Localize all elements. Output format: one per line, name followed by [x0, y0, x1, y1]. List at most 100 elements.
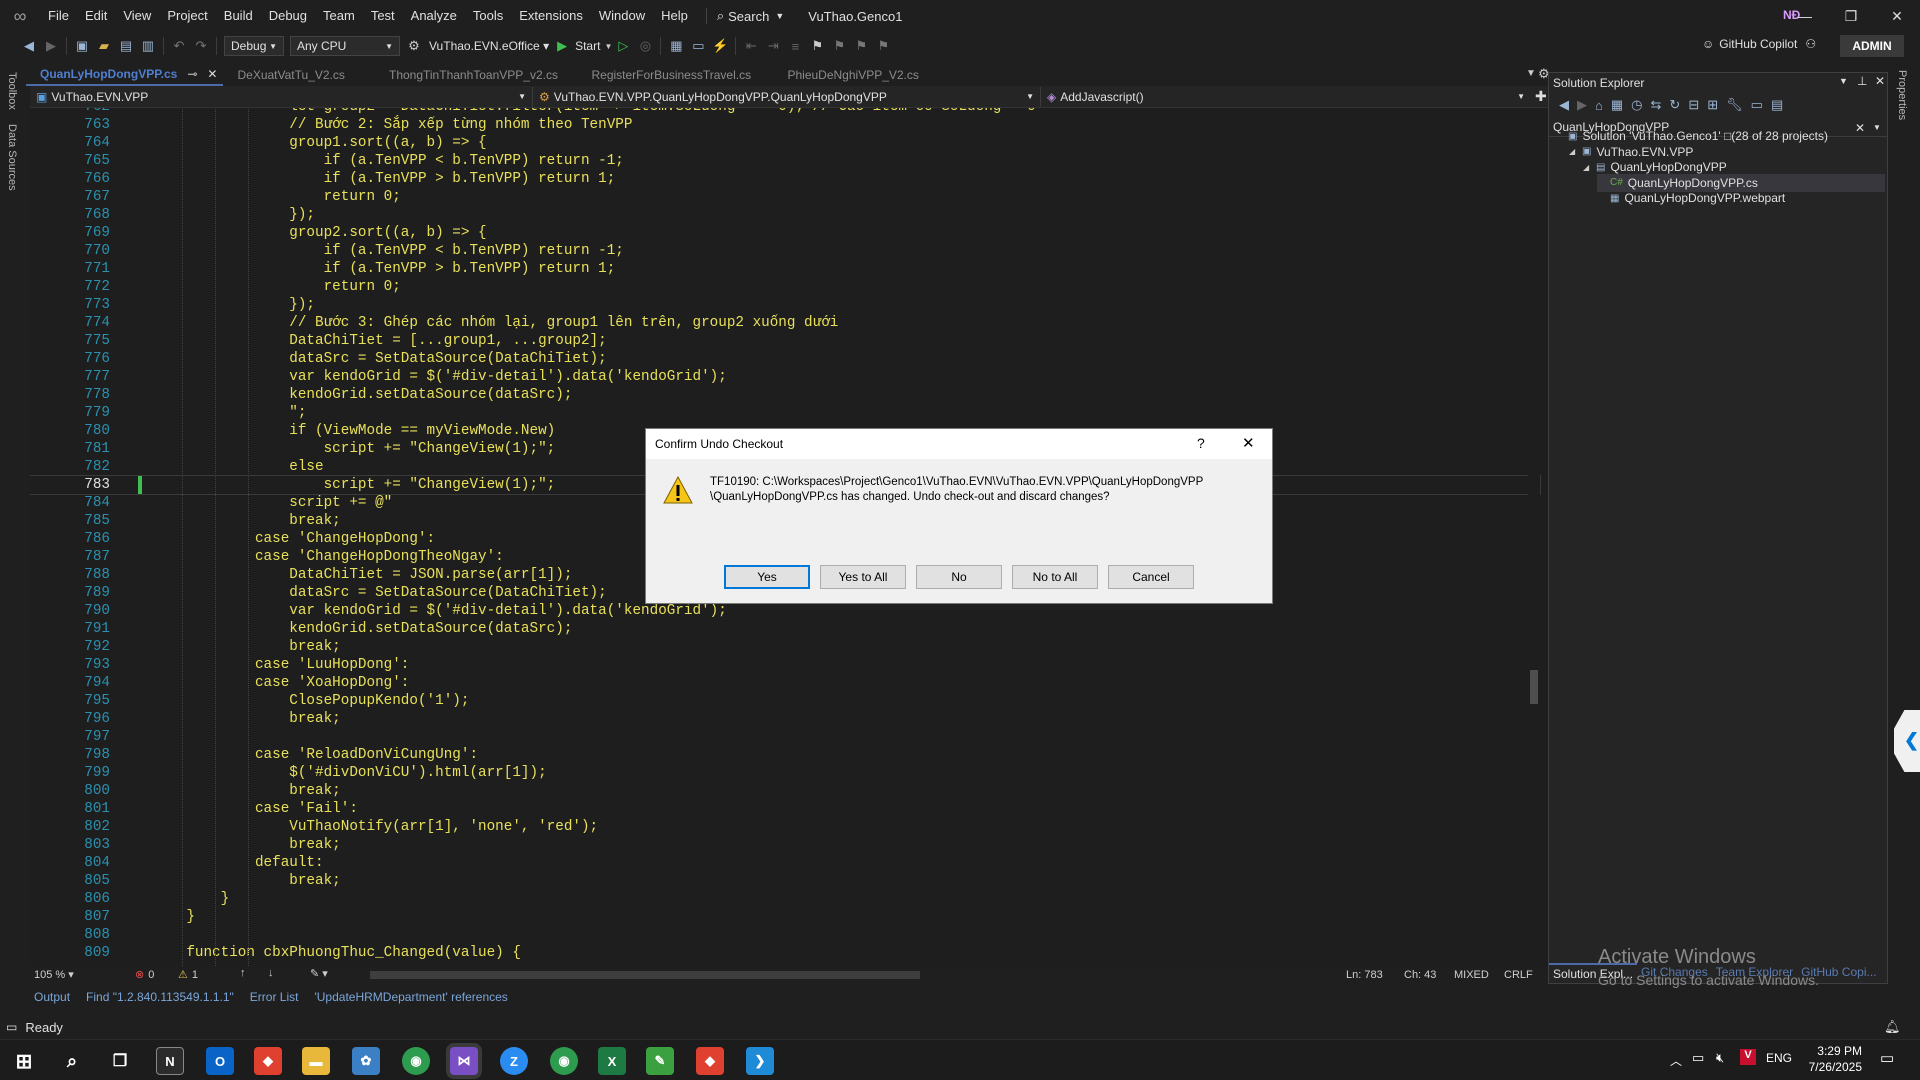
code-line[interactable]: 768 });: [30, 206, 1540, 224]
undo-icon[interactable]: ↶: [168, 35, 190, 57]
search-button[interactable]: ⌕ Search ▼: [717, 8, 784, 24]
output-tab[interactable]: Output: [26, 990, 78, 1010]
dialog-close-button[interactable]: ✕: [1242, 434, 1255, 452]
code-line[interactable]: 764 group1.sort((a, b) => {: [30, 134, 1540, 152]
chrome-icon[interactable]: ◉: [402, 1047, 430, 1075]
code-line[interactable]: 778 kendoGrid.setDataSource(dataSrc);: [30, 386, 1540, 404]
new-item-icon[interactable]: ▣: [71, 35, 93, 57]
code-line[interactable]: 796 break;: [30, 710, 1540, 728]
start-button[interactable]: ▶ Start ▼: [557, 38, 612, 54]
code-line[interactable]: 790 var kendoGrid = $('#div-detail').dat…: [30, 602, 1540, 620]
type-dropdown[interactable]: ⚙ VuThao.EVN.VPP.QuanLyHopDongVPP.QuanLyH…: [533, 86, 1041, 107]
code-line[interactable]: 766 if (a.TenVPP > b.TenVPP) return 1;: [30, 170, 1540, 188]
indent-icon[interactable]: ⇤: [740, 35, 762, 57]
menu-team[interactable]: Team: [315, 0, 363, 32]
outdent-icon[interactable]: ⇥: [762, 35, 784, 57]
vertical-scrollbar[interactable]: [1528, 108, 1540, 966]
notepad-plus-icon[interactable]: ✎: [646, 1047, 674, 1075]
code-line[interactable]: 800 break;: [30, 782, 1540, 800]
refresh-icon[interactable]: ↻: [1669, 97, 1680, 113]
notion-icon[interactable]: N: [156, 1047, 184, 1075]
tab-thongtinthanhtoanvpp[interactable]: ThongTinThanhToanVPP_v2.cs: [369, 64, 577, 86]
show-all-files-icon[interactable]: ⊞: [1707, 97, 1718, 113]
code-line[interactable]: 805 break;: [30, 872, 1540, 890]
tab-quanlyhopdongvpp[interactable]: QuanLyHopDongVPP.cs ⊸ ✕: [26, 64, 224, 86]
task-view-icon[interactable]: ❐: [106, 1047, 134, 1075]
chrome-profile-icon[interactable]: ◉: [550, 1047, 578, 1075]
pin-icon[interactable]: ⊸: [187, 67, 197, 81]
error-indicator[interactable]: ⊗ 0: [135, 968, 154, 982]
menu-test[interactable]: Test: [363, 0, 403, 32]
forward-icon[interactable]: ▶: [1577, 97, 1587, 113]
visual-studio-icon[interactable]: ⋈: [450, 1047, 478, 1075]
view-icon[interactable]: ▤: [1771, 97, 1783, 113]
yes-to-all-button[interactable]: Yes to All: [820, 565, 906, 589]
anydesk-icon-2[interactable]: ◆: [696, 1047, 724, 1075]
member-dropdown[interactable]: ◈ AddJavascript() ▼: [1041, 87, 1531, 107]
find-results-tab[interactable]: Find "1.2.840.113549.1.1.1": [78, 990, 242, 1010]
unikey-icon[interactable]: V: [1740, 1049, 1756, 1065]
line-indicator[interactable]: Ln: 783: [1346, 969, 1383, 981]
code-line[interactable]: 807 }: [30, 908, 1540, 926]
clear-search-icon[interactable]: ✕: [1855, 121, 1865, 135]
bookmark-icon[interactable]: ⚑: [806, 35, 828, 57]
expand-icon[interactable]: ◢: [1583, 163, 1593, 172]
comment-icon[interactable]: ≡: [784, 35, 806, 57]
code-line[interactable]: 770 if (a.TenVPP < b.TenVPP) return -1;: [30, 242, 1540, 260]
code-line[interactable]: 808: [30, 926, 1540, 944]
error-list-tab[interactable]: Error List: [242, 990, 307, 1010]
save-icon[interactable]: ▤: [115, 35, 137, 57]
search-options-icon[interactable]: ▼: [1873, 123, 1881, 132]
open-folder-icon[interactable]: ▰: [93, 35, 115, 57]
code-line[interactable]: 801 case 'Fail':: [30, 800, 1540, 818]
prev-bookmark-icon[interactable]: ⚑: [828, 35, 850, 57]
project-dropdown[interactable]: ▣ VuThao.EVN.VPP ▼: [30, 86, 533, 107]
code-line[interactable]: 769 group2.sort((a, b) => {: [30, 224, 1540, 242]
outlook-icon[interactable]: O: [206, 1047, 234, 1075]
horizontal-scrollbar[interactable]: [370, 971, 920, 979]
code-line[interactable]: 765 if (a.TenVPP < b.TenVPP) return -1;: [30, 152, 1540, 170]
language-indicator[interactable]: ENG: [1766, 1051, 1792, 1065]
split-icon[interactable]: ✚: [1535, 88, 1547, 105]
code-line[interactable]: 795 ClosePopupKendo('1');: [30, 692, 1540, 710]
code-line[interactable]: 772 return 0;: [30, 278, 1540, 296]
code-line[interactable]: 773 });: [30, 296, 1540, 314]
arrow-down-icon[interactable]: ↓: [268, 967, 274, 979]
code-line[interactable]: 792 break;: [30, 638, 1540, 656]
menu-extensions[interactable]: Extensions: [511, 0, 591, 32]
home-icon[interactable]: ⌂: [1595, 98, 1603, 113]
code-line[interactable]: 798 case 'ReloadDonViCungUng':: [30, 746, 1540, 764]
yes-button[interactable]: Yes: [724, 565, 810, 589]
code-line[interactable]: 806 }: [30, 890, 1540, 908]
layout-icon[interactable]: ▭: [687, 35, 709, 57]
configuration-select[interactable]: Debug ▼: [224, 36, 284, 56]
close-tab-icon[interactable]: ✕: [207, 67, 217, 81]
arrow-up-icon[interactable]: ↑: [240, 967, 246, 979]
startup-project-select[interactable]: VuThao.EVN.eOffice ▾: [429, 39, 549, 53]
toolbox-tab[interactable]: Toolbox: [6, 72, 18, 110]
code-line[interactable]: 774 // Bước 3: Ghép các nhóm lại, group1…: [30, 314, 1540, 332]
warning-indicator[interactable]: ⚠ 1: [178, 968, 198, 982]
sync-icon[interactable]: ⇆: [1651, 97, 1662, 113]
code-line[interactable]: 809 function cbxPhuongThuc_Changed(value…: [30, 944, 1540, 962]
back-icon[interactable]: ◀: [18, 35, 40, 57]
excel-icon[interactable]: X: [598, 1047, 626, 1075]
menu-build[interactable]: Build: [216, 0, 261, 32]
code-line[interactable]: 802 VuThaoNotify(arr[1], 'none', 'red');: [30, 818, 1540, 836]
code-line[interactable]: 775 DataChiTiet = [...group1, ...group2]…: [30, 332, 1540, 350]
menu-edit[interactable]: Edit: [77, 0, 115, 32]
zoom-select[interactable]: 105 % ▾: [34, 968, 74, 981]
admin-badge[interactable]: ADMIN: [1840, 35, 1904, 57]
github-copilot-button[interactable]: ☺ GitHub Copilot ⚇: [1702, 37, 1816, 51]
notification-icon[interactable]: 🔔︎: [1884, 1019, 1901, 1035]
menu-project[interactable]: Project: [159, 0, 215, 32]
menu-analyze[interactable]: Analyze: [403, 0, 465, 32]
code-line[interactable]: 799 $('#divDonViCU').html(arr[1]);: [30, 764, 1540, 782]
no-button[interactable]: No: [916, 565, 1002, 589]
code-line[interactable]: 804 default:: [30, 854, 1540, 872]
clock[interactable]: 3:29 PM 7/26/2025: [1806, 1043, 1862, 1075]
search-icon[interactable]: ⌕: [58, 1047, 86, 1075]
paint-icon[interactable]: ✿: [352, 1047, 380, 1075]
tab-phieudenghivpp[interactable]: PhieuDeNghiVPP_V2.cs: [773, 64, 932, 86]
no-to-all-button[interactable]: No to All: [1012, 565, 1098, 589]
